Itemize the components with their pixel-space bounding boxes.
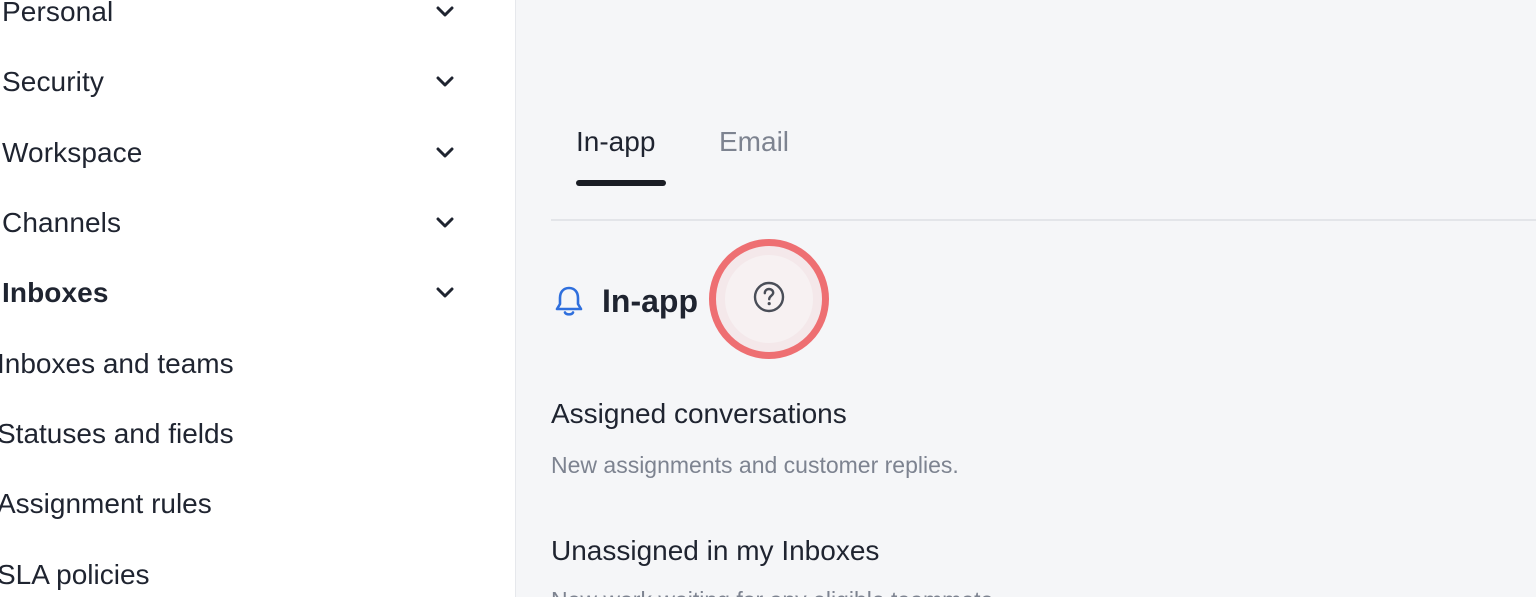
sidebar-item-label: Personal: [2, 0, 114, 27]
sidebar-subitem-label: Assignment rules: [0, 488, 212, 519]
chevron-down-icon: [434, 71, 456, 93]
sidebar-item-security[interactable]: Security: [2, 62, 462, 102]
tab-in-app[interactable]: In-app: [576, 126, 655, 170]
sidebar-item-inboxes[interactable]: Inboxes: [2, 273, 462, 313]
tabs-divider: [551, 219, 1536, 221]
sidebar-item-label: Channels: [2, 207, 122, 238]
chevron-down-icon: [434, 212, 456, 234]
help-button[interactable]: [709, 239, 829, 359]
sidebar-subitem-label: Statuses and fields: [0, 418, 234, 449]
sidebar-subitem-label: SLA policies: [0, 559, 150, 590]
question-circle-icon: [752, 280, 786, 319]
setting-desc-unassigned-in-my-inboxes: New work waiting for any eligible teamma…: [551, 587, 1000, 597]
sidebar-subitem-sla-policies[interactable]: SLA policies: [0, 555, 150, 595]
setting-desc-assigned-conversations: New assignments and customer replies.: [551, 452, 959, 478]
setting-title-assigned-conversations: Assigned conversations: [551, 398, 847, 429]
settings-sidebar: Personal Security Workspace Channels Inb…: [0, 0, 516, 597]
section-title: In-app: [602, 282, 698, 319]
notifications-panel: In-app Email In-app Assigned conversatio…: [516, 0, 1536, 597]
sidebar-subitem-statuses-and-fields[interactable]: Statuses and fields: [0, 414, 234, 454]
bell-icon: [552, 283, 586, 319]
sidebar-subitem-inboxes-and-teams[interactable]: Inboxes and teams: [0, 344, 234, 384]
section-header: In-app: [552, 276, 698, 326]
sidebar-subitem-label: Inboxes and teams: [0, 348, 234, 379]
chevron-down-icon: [434, 1, 456, 23]
active-tab-indicator: [576, 180, 666, 186]
chevron-down-icon: [434, 282, 456, 304]
setting-title-unassigned-in-my-inboxes: Unassigned in my Inboxes: [551, 535, 880, 566]
sidebar-item-label: Security: [2, 66, 104, 97]
sidebar-item-workspace[interactable]: Workspace: [2, 133, 462, 173]
sidebar-item-label: Workspace: [2, 137, 143, 168]
tab-email[interactable]: Email: [719, 126, 789, 170]
chevron-down-icon: [434, 142, 456, 164]
sidebar-item-personal[interactable]: Personal: [2, 0, 462, 32]
help-button-inner: [725, 255, 813, 343]
sidebar-item-channels[interactable]: Channels: [2, 203, 462, 243]
sidebar-item-label: Inboxes: [2, 277, 109, 308]
sidebar-subitem-assignment-rules[interactable]: Assignment rules: [0, 484, 212, 524]
